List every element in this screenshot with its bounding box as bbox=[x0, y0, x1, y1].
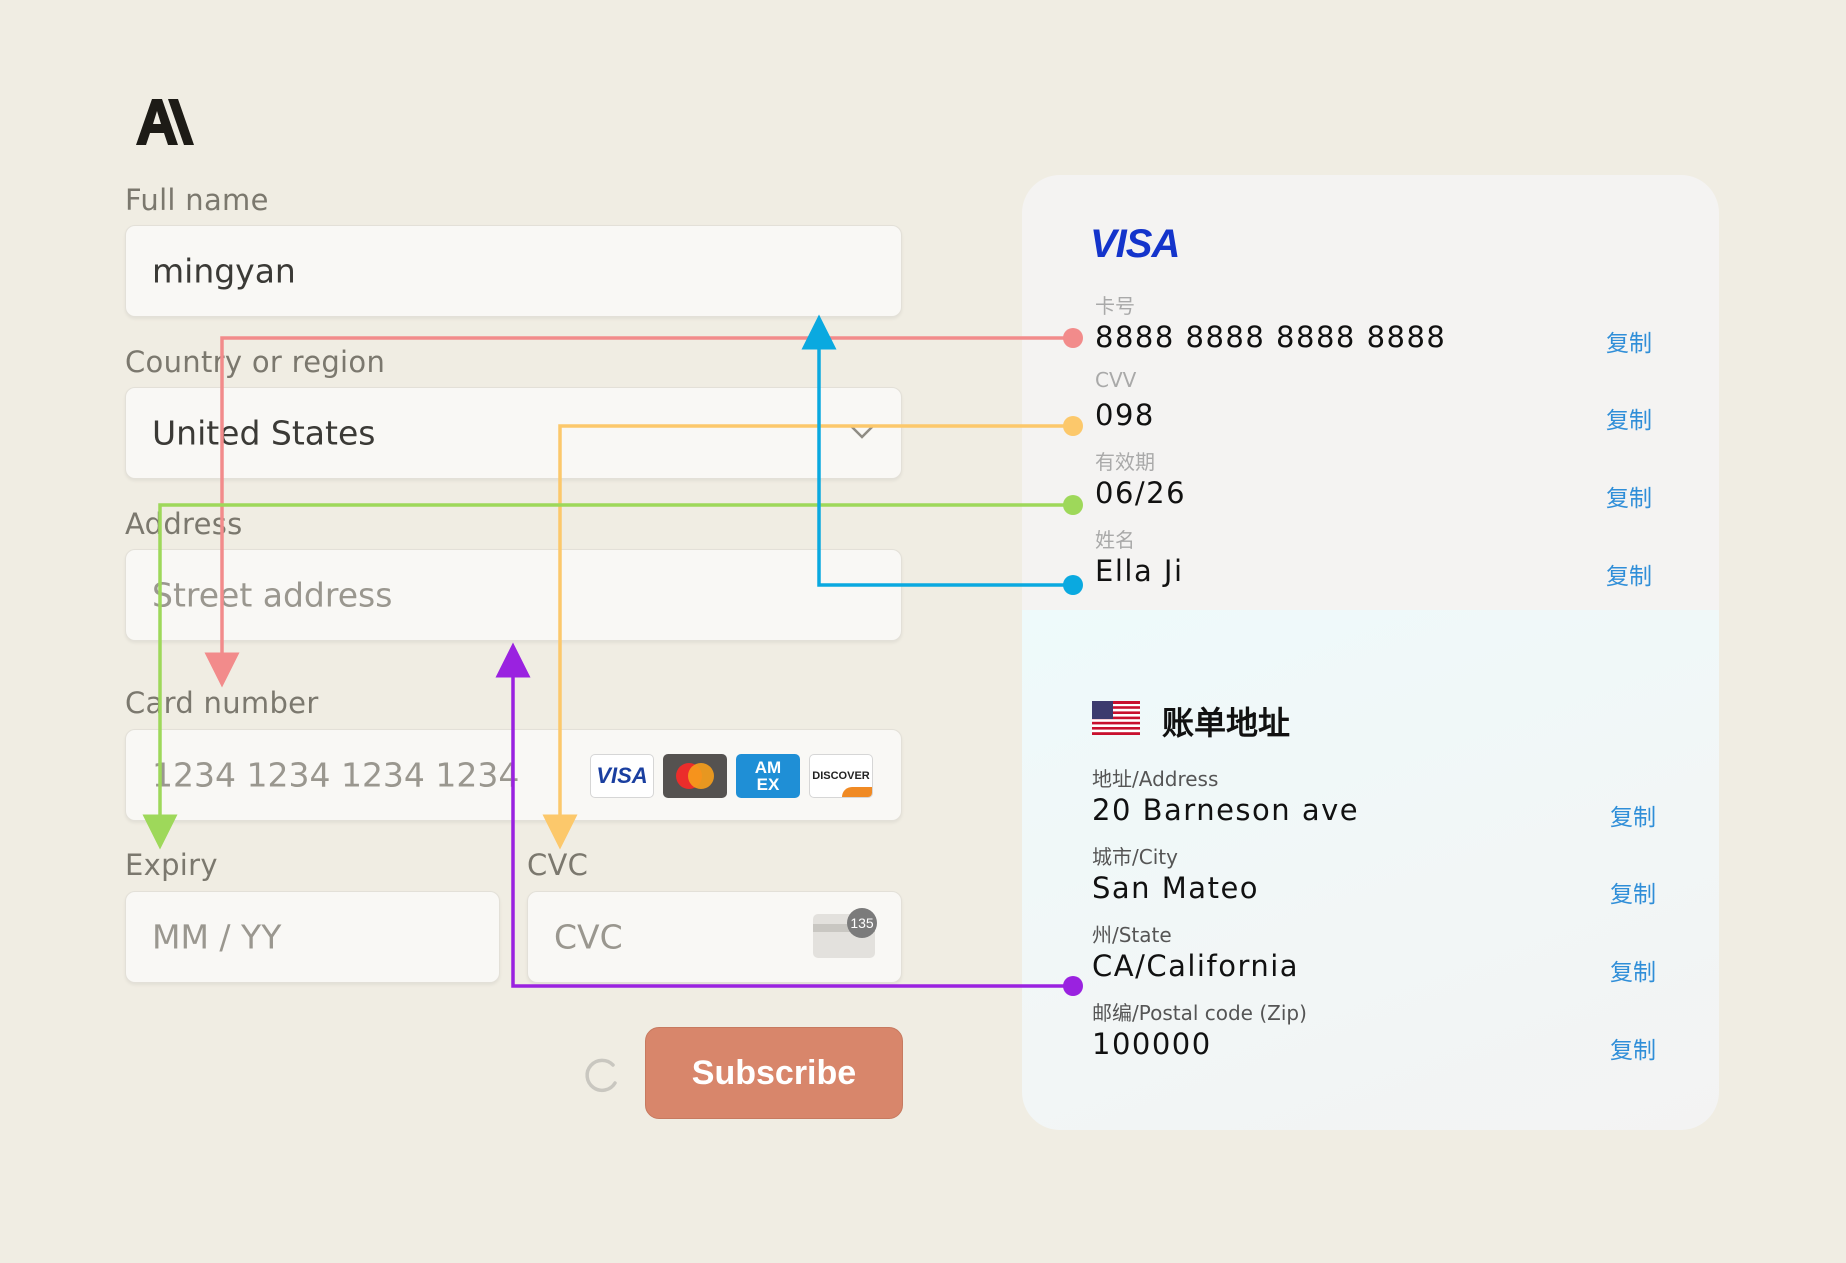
name-connector-dot bbox=[1063, 575, 1083, 595]
connector-lines bbox=[142, 314, 1083, 996]
expiry-connector bbox=[142, 503, 1073, 850]
cvv-connector bbox=[542, 424, 1073, 850]
expiry-connector-dot bbox=[1063, 495, 1083, 515]
cvv-connector-dot bbox=[1063, 416, 1083, 436]
address-connector bbox=[495, 642, 1073, 988]
name-connector bbox=[801, 314, 1073, 587]
card-number-connector-dot bbox=[1063, 328, 1083, 348]
address-connector-dot bbox=[1063, 976, 1083, 996]
